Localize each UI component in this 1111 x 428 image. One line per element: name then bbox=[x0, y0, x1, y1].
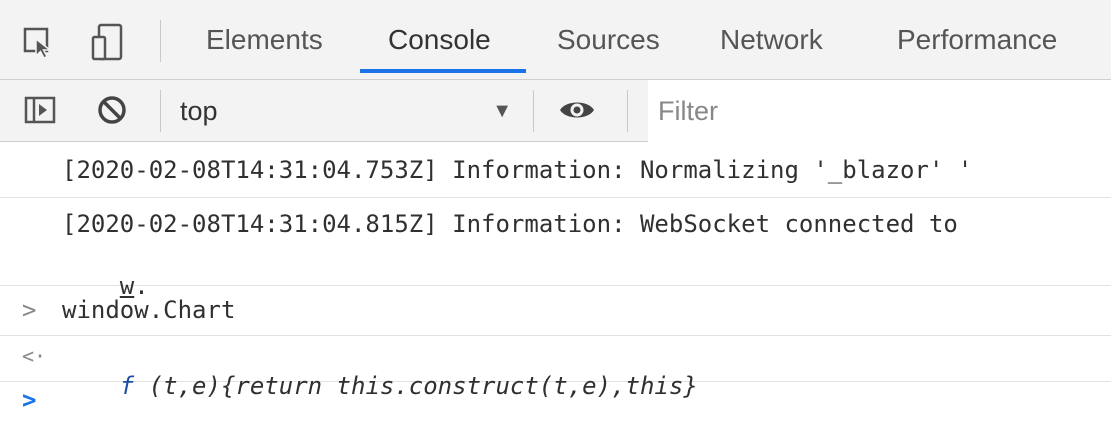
inspect-element-icon[interactable] bbox=[16, 20, 60, 64]
toolbar-divider bbox=[533, 90, 534, 132]
toolbar-divider bbox=[627, 90, 628, 132]
devtools-tab-bar: Elements Console Sources Network Perform… bbox=[0, 0, 1111, 80]
context-selector[interactable]: top ▼ bbox=[180, 80, 520, 142]
clear-console-icon[interactable] bbox=[92, 90, 132, 130]
toolbar-divider bbox=[160, 20, 161, 62]
context-selector-value: top bbox=[180, 96, 218, 126]
console-message: [2020-02-08T14:31:04.753Z] Information: … bbox=[0, 142, 1111, 198]
console-result-entry: <· f (t,e){return this.construct(t,e),th… bbox=[0, 336, 1111, 400]
active-tab-indicator bbox=[360, 69, 526, 73]
tab-performance[interactable]: Performance bbox=[897, 0, 1057, 80]
device-toolbar-icon[interactable] bbox=[86, 20, 130, 64]
console-message: [2020-02-08T14:31:04.815Z] Information: … bbox=[0, 198, 1111, 300]
result-arrow-icon: <· bbox=[22, 344, 47, 368]
console-toolbar: top ▼ Filter bbox=[0, 80, 1111, 142]
filter-input[interactable]: Filter bbox=[648, 80, 1111, 142]
live-expression-eye-icon[interactable] bbox=[557, 90, 597, 130]
console-message-text: [2020-02-08T14:31:04.815Z] Information: … bbox=[62, 210, 958, 238]
tab-console[interactable]: Console bbox=[388, 0, 491, 80]
input-chevron-icon: > bbox=[22, 296, 37, 324]
console-input-text: window.Chart bbox=[62, 296, 236, 324]
toolbar-divider bbox=[160, 90, 161, 132]
console-input-entry: > window.Chart bbox=[0, 286, 1111, 336]
prompt-chevron-icon: > bbox=[22, 386, 37, 414]
console-prompt[interactable]: > bbox=[0, 382, 1111, 418]
tab-sources[interactable]: Sources bbox=[557, 0, 660, 80]
sidebar-toggle-icon[interactable] bbox=[20, 90, 60, 130]
tab-elements[interactable]: Elements bbox=[206, 0, 323, 80]
tab-network[interactable]: Network bbox=[720, 0, 823, 80]
dropdown-caret-icon: ▼ bbox=[492, 100, 512, 122]
console-message-text: [2020-02-08T14:31:04.753Z] Information: … bbox=[62, 156, 973, 184]
